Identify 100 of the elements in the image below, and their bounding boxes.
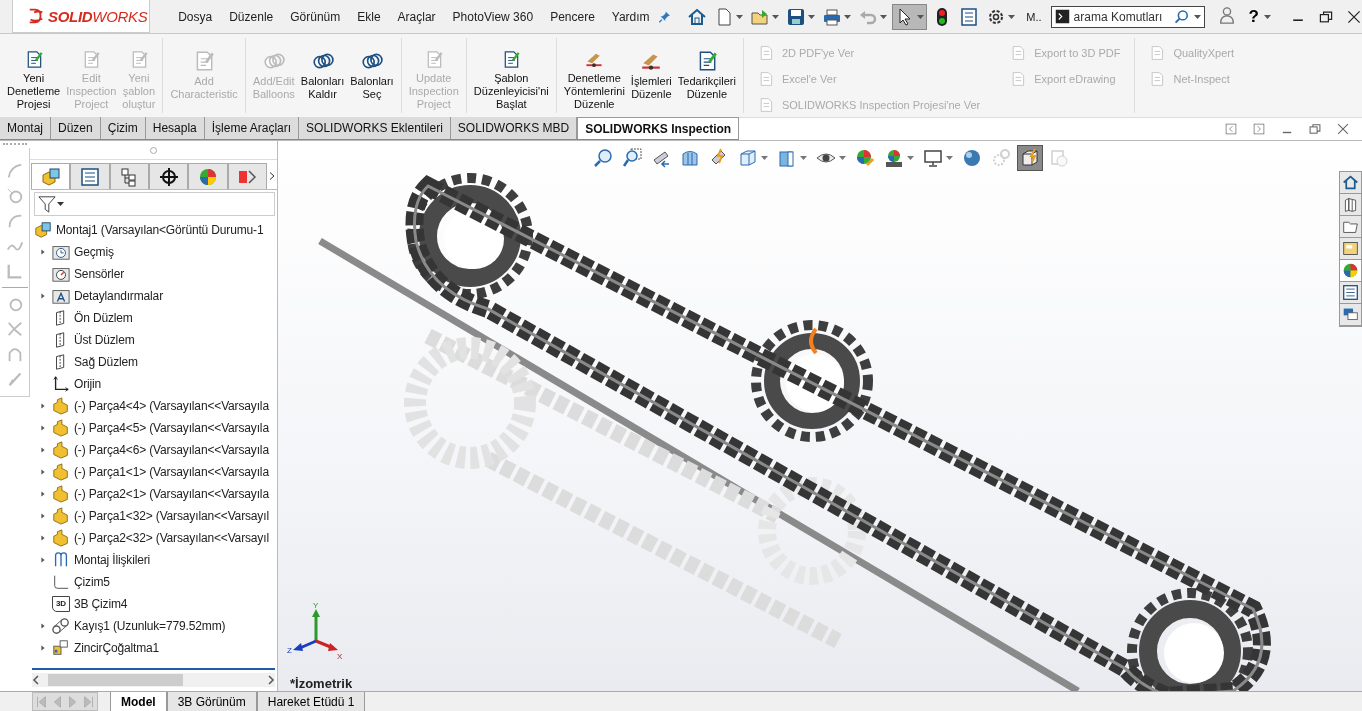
tree-item[interactable]: Sensörler: [74, 267, 124, 281]
task-pane-tab[interactable]: [1340, 282, 1361, 304]
tree-item[interactable]: (-) Parça4<5> (Varsayılan<<Varsayıla: [74, 421, 269, 435]
panel-tab[interactable]: [149, 163, 189, 189]
task-pane-tab[interactable]: [1340, 172, 1361, 194]
scroll-left-icon[interactable]: [32, 675, 40, 685]
expand-arrow-icon[interactable]: [39, 446, 47, 454]
search-field[interactable]: arama Komutları: [1050, 5, 1205, 28]
caret-icon[interactable]: [736, 14, 744, 19]
color-ball-pencil-icon[interactable]: [855, 148, 875, 168]
caret-icon[interactable]: [57, 202, 64, 206]
tree-item[interactable]: Ön Düzlem: [74, 311, 133, 325]
part-icon: [52, 463, 70, 481]
tree-item[interactable]: Üst Düzlem: [74, 333, 135, 347]
ribbon-button[interactable]: İşlemleri Düzenle: [627, 42, 675, 111]
expand-arrow-icon[interactable]: [39, 424, 47, 432]
tree-item[interactable]: Montaj1 (Varsayılan<Görüntü Durumu-1: [56, 223, 264, 237]
menu-item[interactable]: Pencere: [541, 9, 604, 24]
tree-item[interactable]: ZincirÇoğaltma1: [74, 641, 160, 655]
expand-arrow-icon[interactable]: [39, 248, 47, 256]
caret-icon[interactable]: [1264, 14, 1271, 19]
box-lightning-icon[interactable]: [1020, 148, 1040, 168]
expand-arrow-icon[interactable]: [39, 292, 47, 300]
expand-arrow-icon[interactable]: [39, 644, 47, 652]
ribbon-button[interactable]: Şablon Düzenleyicisi'ni Başlat: [470, 42, 552, 111]
ribbon-button[interactable]: Yeni Denetleme Projesi: [4, 42, 64, 111]
zoom-area-icon[interactable]: [622, 148, 642, 168]
menu-item[interactable]: Yardım: [603, 9, 659, 24]
list-icon: [80, 166, 100, 187]
user-icon[interactable]: [1217, 6, 1236, 24]
section-view-icon[interactable]: [680, 148, 700, 168]
horizontal-scrollbar[interactable]: [32, 673, 275, 687]
close-icon[interactable]: [1346, 8, 1362, 25]
zoom-to-fit-icon[interactable]: [593, 148, 613, 168]
tree-item[interactable]: (-) Parça4<4> (Varsayılan<<Varsayıla: [74, 399, 269, 413]
ds-logo-icon: [27, 7, 45, 25]
filter-field[interactable]: [34, 192, 275, 216]
ribbon-button[interactable]: Tedarikçileri Düzenle: [674, 42, 739, 111]
view-orientation-label: *İzometrik: [290, 676, 353, 691]
command-tab[interactable]: SOLIDWORKS MBD: [450, 117, 578, 139]
menu-item[interactable]: Ekle: [348, 9, 390, 24]
tree-item[interactable]: (-) Parça1<32> (Varsayılan<<Varsayıl: [74, 509, 269, 523]
home-icon: [687, 6, 708, 27]
bottom-tab[interactable]: Model: [110, 692, 167, 711]
tree-item[interactable]: Sağ Düzlem: [74, 355, 138, 369]
expand-arrow-icon[interactable]: [39, 556, 47, 564]
ribbon-button[interactable]: Balonları Kaldır: [297, 42, 348, 111]
search-icon[interactable]: [1173, 8, 1190, 25]
command-tab[interactable]: Çizim: [100, 117, 146, 139]
tree-item[interactable]: Detaylandırmalar: [74, 289, 163, 303]
command-tab[interactable]: İşleme Araçları: [204, 117, 300, 139]
task-pane-tab[interactable]: [1340, 260, 1361, 282]
command-tab[interactable]: Montaj: [0, 117, 52, 139]
tree-item[interactable]: Geçmiş: [74, 245, 114, 259]
ribbon-button[interactable]: Denetleme Yöntemlerini Düzenle: [560, 42, 628, 111]
annotation-folder-icon: [52, 287, 70, 305]
tree-item[interactable]: Montaj İlişkileri: [74, 553, 151, 567]
tree-item[interactable]: 3B Çizim4: [74, 597, 128, 611]
monitor-icon[interactable]: [923, 148, 943, 168]
caret-icon[interactable]: [808, 14, 816, 19]
color-ball-scene-icon[interactable]: [884, 148, 904, 168]
cube-view-icon[interactable]: [738, 148, 758, 168]
scroll-right-icon[interactable]: [267, 675, 275, 685]
bottom-tab[interactable]: 3B Görünüm: [166, 692, 257, 711]
tree-item[interactable]: (-) Parça2<32> (Varsayılan<<Varsayıl: [74, 531, 269, 545]
caret-icon[interactable]: [1193, 14, 1201, 19]
expand-arrow-icon[interactable]: [39, 468, 47, 476]
ribbon-button[interactable]: Balonları Seç: [347, 42, 397, 111]
expand-arrow-icon[interactable]: [39, 534, 47, 542]
command-tab[interactable]: SOLIDWORKS Eklentileri: [299, 117, 451, 139]
tree-item[interactable]: (-) Parça2<1> (Varsayılan<<Varsayıla: [74, 487, 269, 501]
help-button[interactable]: ?: [1246, 6, 1261, 27]
caret-icon[interactable]: [844, 14, 852, 19]
pin-icon[interactable]: [658, 9, 672, 24]
tree-item[interactable]: Kayış1 (Uzunluk=779.52mm): [74, 619, 226, 633]
menu-item[interactable]: Görünüm: [281, 9, 349, 24]
expand-arrow-icon[interactable]: [39, 402, 47, 410]
macro-label[interactable]: M..: [1026, 10, 1042, 23]
expand-arrow-icon[interactable]: [39, 490, 47, 498]
tree-item[interactable]: (-) Parça1<1> (Varsayılan<<Varsayıla: [74, 465, 269, 479]
assembly-icon: [40, 166, 61, 187]
sphere-icon[interactable]: [962, 148, 982, 168]
menu-item[interactable]: PhotoView 360: [444, 9, 542, 24]
shaded-cube-icon[interactable]: [777, 148, 797, 168]
tree-item[interactable]: Orijin: [74, 377, 102, 391]
caret-icon[interactable]: [1008, 14, 1016, 19]
menu-item[interactable]: Düzenle: [220, 9, 282, 24]
command-tab[interactable]: Hesapla: [145, 117, 205, 139]
menu-item[interactable]: Dosya: [169, 9, 221, 24]
toolbar-button[interactable]: [892, 3, 928, 30]
bottom-tab[interactable]: Hareket Etüdü 1: [256, 692, 366, 711]
caret-icon[interactable]: [772, 14, 780, 19]
command-tab[interactable]: SOLIDWORKS Inspection: [577, 117, 740, 139]
menu-item[interactable]: Araçlar: [389, 9, 445, 24]
expand-arrow-icon[interactable]: [39, 512, 47, 520]
tree-item[interactable]: Çizim5: [74, 575, 110, 589]
command-tab[interactable]: Düzen: [51, 117, 101, 139]
tree-item[interactable]: (-) Parça4<6> (Varsayılan<<Varsayıla: [74, 443, 269, 457]
expand-arrow-icon[interactable]: [39, 622, 47, 630]
document-icon: [1010, 45, 1027, 61]
